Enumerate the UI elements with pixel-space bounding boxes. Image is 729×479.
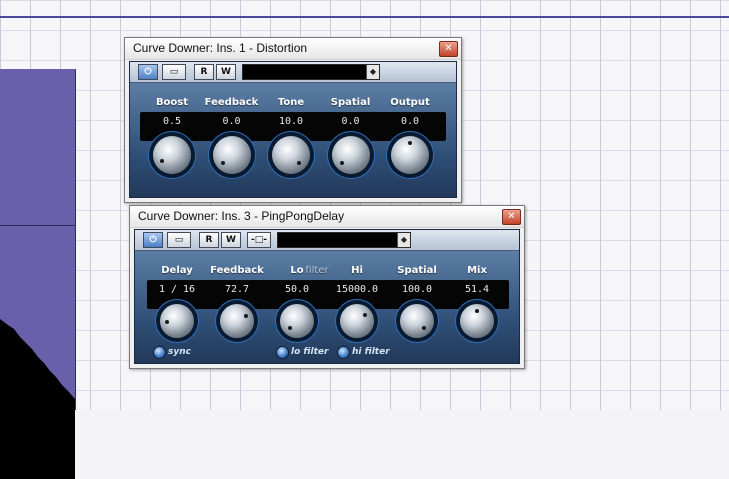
knob-pointer: [297, 161, 302, 166]
knob-pointer: [422, 326, 427, 331]
feedback-value[interactable]: 0.0: [200, 116, 264, 127]
sidechain-button[interactable]: -□-: [247, 232, 271, 248]
feedback-knob[interactable]: [212, 136, 251, 174]
project-ruler-line: [0, 16, 729, 18]
preset-dropdown-icon[interactable]: ◆: [397, 233, 410, 247]
bypass-button[interactable]: ⏻: [143, 232, 163, 248]
plugin-panel: ⏻ ▭ R W ◆ Boost 0.5 Feedback 0.0 Tone 10.0 Spa…: [129, 61, 457, 198]
knob-pointer: [340, 161, 344, 166]
feedback-label: Feedback: [210, 265, 264, 276]
sync-toggle[interactable]: [153, 346, 166, 359]
lo-filter-toggle[interactable]: [276, 346, 289, 359]
hi-filter-toggle[interactable]: [337, 346, 350, 359]
monitor-button[interactable]: ▭: [167, 232, 191, 248]
boost-value[interactable]: 0.5: [140, 116, 204, 127]
tone-value[interactable]: 10.0: [259, 116, 323, 127]
boost-label: Boost: [155, 97, 189, 108]
knob-pointer: [165, 319, 170, 324]
plugin-toolbar: ⏻ ▭ R W -□- ◆: [135, 230, 519, 251]
preset-field[interactable]: ◆: [277, 232, 411, 248]
output-label: Output: [390, 97, 430, 108]
delay-label: Delay: [161, 265, 193, 276]
lo-knob[interactable]: [280, 304, 314, 338]
feedback-label: Feedback: [204, 97, 259, 108]
feedback-knob[interactable]: [220, 304, 254, 338]
read-automation-button[interactable]: R: [194, 64, 214, 80]
output-knob[interactable]: [391, 136, 429, 174]
close-button[interactable]: ✕: [439, 41, 458, 57]
boost-knob[interactable]: [153, 136, 191, 174]
feedback-value[interactable]: 72.7: [205, 284, 269, 295]
write-automation-button[interactable]: W: [216, 64, 236, 80]
plugin-panel: ⏻ ▭ R W -□- ◆ filter Delay 1 / 16 Feedback…: [134, 229, 520, 364]
title-bar[interactable]: Curve Downer: Ins. 3 - PingPongDelay ✕: [130, 206, 524, 228]
title-bar[interactable]: Curve Downer: Ins. 1 - Distortion ✕: [125, 38, 461, 60]
tone-knob[interactable]: [272, 136, 310, 174]
power-icon: ⏻: [144, 67, 152, 77]
window-title: Curve Downer: Ins. 3 - PingPongDelay: [138, 209, 345, 223]
spatial-value[interactable]: 0.0: [319, 116, 383, 127]
knob-pointer: [287, 326, 292, 331]
monitor-button[interactable]: ▭: [162, 64, 186, 80]
delay-value[interactable]: 1 / 16: [145, 284, 209, 295]
spatial-knob[interactable]: [331, 136, 370, 174]
hi-label: Hi: [351, 265, 363, 276]
preset-field[interactable]: ◆: [242, 64, 380, 80]
knob-pointer: [243, 314, 248, 319]
hi-filter-label: hi filter: [352, 347, 390, 357]
event-divider: [0, 225, 75, 226]
waveform: [0, 319, 75, 479]
spatial-knob[interactable]: [400, 304, 434, 338]
mix-knob[interactable]: [460, 304, 494, 338]
sync-label: sync: [168, 347, 191, 357]
distortion-plugin-window[interactable]: Curve Downer: Ins. 1 - Distortion ✕ ⏻ ▭ …: [124, 37, 462, 203]
spatial-value[interactable]: 100.0: [385, 284, 449, 295]
spatial-label: Spatial: [397, 265, 437, 276]
write-automation-button[interactable]: W: [221, 232, 241, 248]
knob-pointer: [408, 141, 412, 145]
audio-event[interactable]: [0, 69, 76, 479]
mix-label: Mix: [467, 265, 487, 276]
plugin-toolbar: ⏻ ▭ R W ◆: [130, 62, 456, 83]
knob-pointer: [363, 313, 368, 318]
knob-pointer: [159, 159, 164, 164]
bypass-button[interactable]: ⏻: [138, 64, 158, 80]
power-icon: ⏻: [149, 235, 157, 245]
delay-knob[interactable]: [160, 304, 194, 338]
mix-value[interactable]: 51.4: [445, 284, 509, 295]
lo-filter-label: lo filter: [291, 347, 329, 357]
window-title: Curve Downer: Ins. 1 - Distortion: [133, 41, 308, 55]
lo-value[interactable]: 50.0: [265, 284, 329, 295]
knob-pointer: [475, 309, 480, 313]
spatial-label: Spatial: [330, 97, 371, 108]
preset-dropdown-icon[interactable]: ◆: [366, 65, 379, 79]
read-automation-button[interactable]: R: [199, 232, 219, 248]
hi-knob[interactable]: [340, 304, 374, 338]
hi-value[interactable]: 15000.0: [325, 284, 389, 295]
output-value[interactable]: 0.0: [378, 116, 442, 127]
knob-pointer: [221, 161, 225, 166]
tone-label: Tone: [277, 97, 305, 108]
lo-label: Lo: [290, 265, 304, 276]
close-button[interactable]: ✕: [502, 209, 521, 225]
pingpongdelay-plugin-window[interactable]: Curve Downer: Ins. 3 - PingPongDelay ✕ ⏻…: [129, 205, 525, 369]
